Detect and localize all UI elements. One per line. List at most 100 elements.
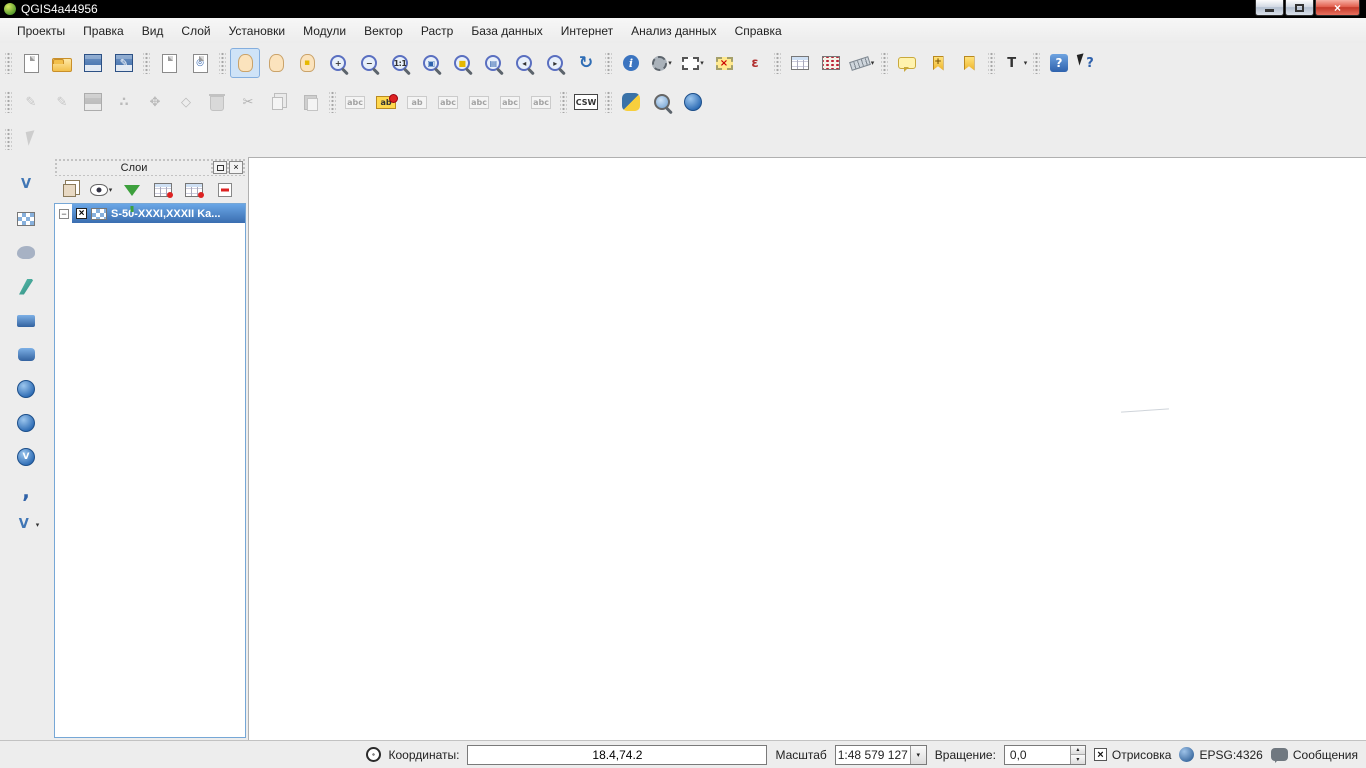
pan-to-selection-button[interactable]: ▪ [292,48,322,78]
paste-features-button[interactable] [295,87,325,117]
dropdown-arrow-icon[interactable]: ▾ [871,59,875,67]
save-project-as-button[interactable]: ✎ [109,48,139,78]
cut-features-button[interactable]: ✂ [233,87,263,117]
maximize-button[interactable] [1285,0,1314,16]
remove-layer-button[interactable] [213,178,237,202]
pin-labels-button[interactable]: ab [402,87,432,117]
manage-map-themes-button[interactable]: ▾ [89,178,113,202]
rotation-spinner[interactable]: 0,0 ▴ ▾ [1004,745,1086,765]
menu-item-8[interactable]: База данных [462,20,551,42]
dropdown-arrow-icon[interactable]: ▾ [668,59,672,67]
map-tips-button[interactable] [892,48,922,78]
new-shapefile-layer-button[interactable]: V▾ [12,511,40,538]
add-wfs-layer-button[interactable]: V [12,443,40,470]
save-layer-edits-button[interactable] [78,87,108,117]
zoom-next-button[interactable]: ▸ [540,48,570,78]
open-layer-styling-button[interactable] [58,178,82,202]
expand-all-button[interactable] [182,178,206,202]
scale-combobox[interactable]: 1:48 579 127 ▾ [835,745,927,765]
help-button[interactable]: ? [1044,48,1074,78]
new-bookmark-button[interactable]: + [923,48,953,78]
menu-item-7[interactable]: Растр [412,20,462,42]
menu-item-11[interactable]: Справка [726,20,791,42]
zoom-out-button[interactable]: − [354,48,384,78]
zoom-last-button[interactable]: ◂ [509,48,539,78]
rotate-label-button[interactable]: abc [526,87,556,117]
attribute-table-button[interactable] [785,48,815,78]
add-postgis-layer-button[interactable] [12,239,40,266]
close-button[interactable]: × [1315,0,1360,16]
zoom-in-button[interactable]: + [323,48,353,78]
run-feature-action-button[interactable]: ▾ [647,48,677,78]
layer-visibility-checkbox[interactable]: × [76,208,87,219]
menu-item-10[interactable]: Анализ данных [622,20,725,42]
spin-up-icon[interactable]: ▴ [1071,746,1085,756]
whats-this-button[interactable]: ? [1075,48,1105,78]
filter-by-expression-button[interactable] [151,178,175,202]
layer-tree[interactable]: − × S-50-XXXI,XXXII Ka... [54,203,246,738]
add-wms-layer-button[interactable] [12,375,40,402]
move-feature-button[interactable]: ✥ [140,87,170,117]
dropdown-arrow-icon[interactable]: ▾ [36,521,40,529]
zoom-to-selection-button[interactable]: ■ [447,48,477,78]
web-globe-button[interactable] [678,87,708,117]
render-checkbox[interactable]: × [1094,748,1107,761]
text-annotation-button[interactable]: T▾ [999,48,1029,78]
render-toggle[interactable]: × Отрисовка [1094,748,1172,762]
delete-selected-button[interactable] [202,87,232,117]
spin-down-icon[interactable]: ▾ [1071,755,1085,764]
geocoder-search-button[interactable] [647,87,677,117]
add-oracle-layer-button[interactable] [12,341,40,368]
highlight-pinned-labels-button[interactable]: abc [433,87,463,117]
layout-manager-button[interactable]: ◎ [185,48,215,78]
map-canvas[interactable] [248,157,1366,740]
toggle-editing-button[interactable]: ✎ [47,87,77,117]
menu-item-5[interactable]: Модули [294,20,355,42]
float-panel-button[interactable] [213,161,227,174]
add-delimited-text-layer-button[interactable]: , [12,477,40,504]
layer-labeling-button[interactable]: ab [371,87,401,117]
close-panel-button[interactable]: × [229,161,243,174]
touch-zoom-pan-button[interactable] [230,48,260,78]
chevron-down-icon[interactable]: ▾ [910,746,926,764]
crs-status-button[interactable]: EPSG:4326 [1179,747,1262,762]
expander-icon[interactable]: − [59,209,69,219]
menu-item-6[interactable]: Вектор [355,20,412,42]
add-spatialite-layer-button[interactable] [12,273,40,300]
pan-map-button[interactable] [261,48,291,78]
menu-item-0[interactable]: Проекты [8,20,74,42]
open-project-button[interactable] [47,48,77,78]
menu-item-4[interactable]: Установки [220,20,294,42]
add-mssql-layer-button[interactable] [12,307,40,334]
move-label-button[interactable]: abc [495,87,525,117]
coordinates-input[interactable] [467,745,767,765]
menu-item-3[interactable]: Слой [172,20,219,42]
copy-features-button[interactable] [264,87,294,117]
python-console-button[interactable] [616,87,646,117]
add-raster-layer-button[interactable] [12,205,40,232]
metasearch-csw-button[interactable]: CSW [571,87,601,117]
node-tool-button[interactable]: ◇ [171,87,201,117]
deselect-features-button[interactable]: × [709,48,739,78]
add-wcs-layer-button[interactable] [12,409,40,436]
identify-features-button[interactable]: i [616,48,646,78]
select-by-expression-button[interactable]: ε [740,48,770,78]
zoom-native-button[interactable]: 1:1 [385,48,415,78]
labeling-options-button[interactable]: abc [340,87,370,117]
selected-layer[interactable]: × S-50-XXXI,XXXII Ka... [72,204,245,223]
current-edits-button[interactable]: ✎ [16,87,46,117]
menu-item-2[interactable]: Вид [133,20,173,42]
menu-item-1[interactable]: Правка [74,20,133,42]
show-hide-labels-button[interactable]: abc [464,87,494,117]
dropdown-arrow-icon[interactable]: ▾ [109,186,113,194]
messages-button[interactable]: Сообщения [1271,748,1358,762]
refresh-map-button[interactable]: ↻ [571,48,601,78]
dropdown-arrow-icon[interactable]: ▾ [700,59,704,67]
minimize-button[interactable] [1255,0,1284,16]
filter-legend-button[interactable] [120,178,144,202]
add-feature-button[interactable]: ∴ [109,87,139,117]
new-print-layout-button[interactable] [154,48,184,78]
show-bookmarks-button[interactable] [954,48,984,78]
select-features-button[interactable]: ▾ [678,48,708,78]
map-select-tool-button[interactable] [16,124,46,154]
